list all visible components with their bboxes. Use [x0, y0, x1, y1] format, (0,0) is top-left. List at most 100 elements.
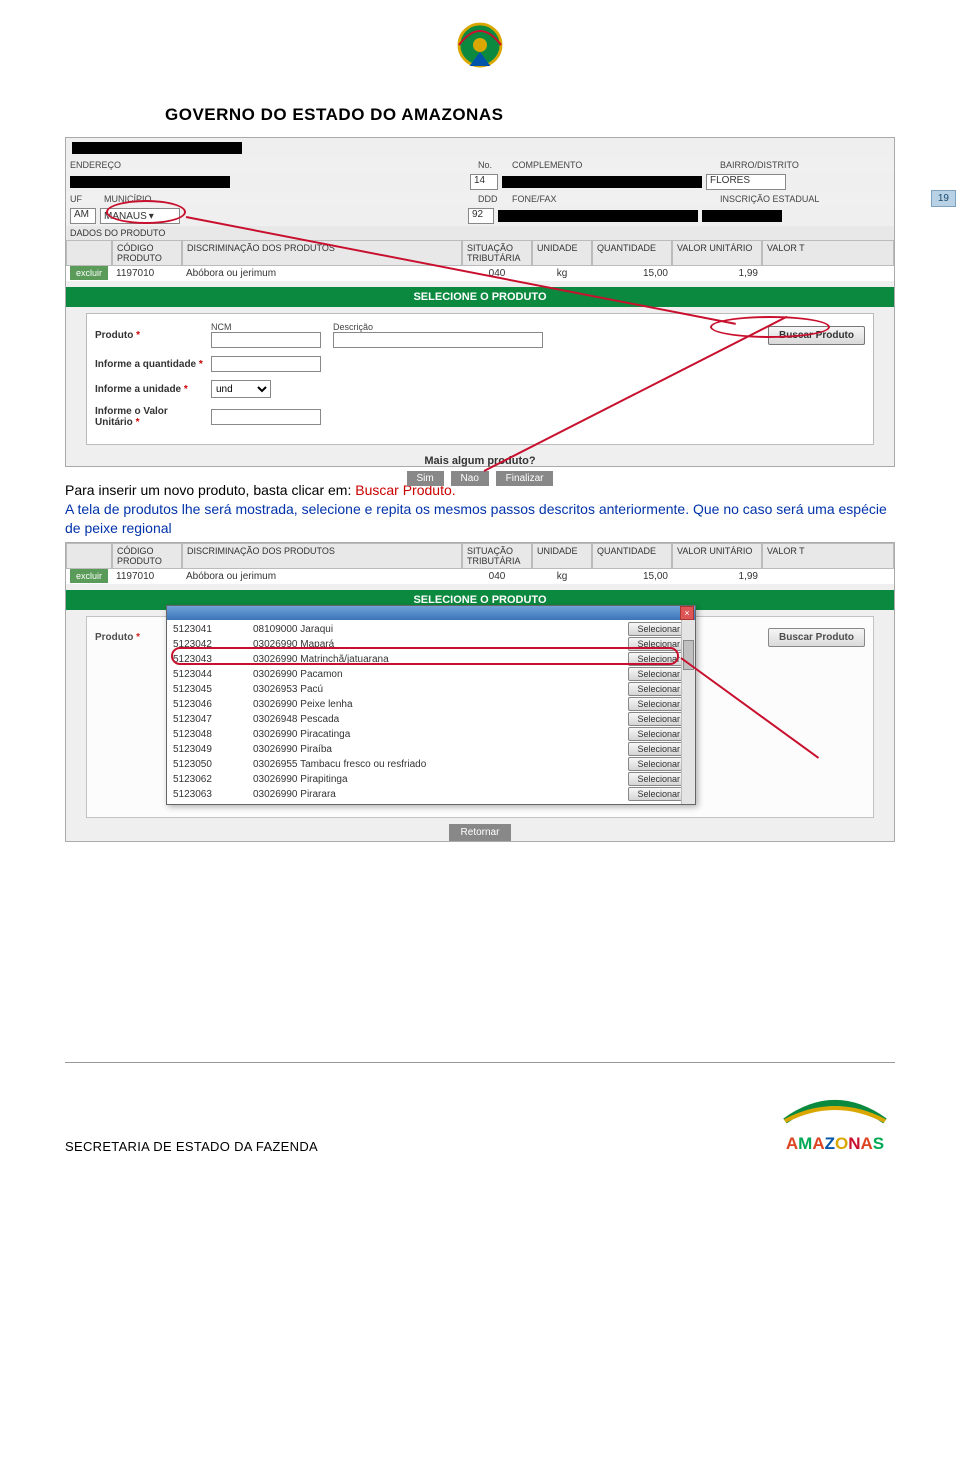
selecionar-button[interactable]: Selecionar — [628, 787, 689, 801]
th-sit: SITUAÇÃO TRIBUTÁRIA — [462, 240, 532, 266]
th-codigo: CÓDIGO PRODUTO — [112, 240, 182, 266]
td2-qtd: 15,00 — [592, 569, 672, 584]
popup-desc: 03026990 Peixe lenha — [253, 699, 628, 710]
selecionar-button[interactable]: Selecionar — [628, 652, 689, 666]
excluir-button-2[interactable]: excluir — [70, 569, 108, 583]
select-unid[interactable]: und — [211, 380, 271, 398]
product-table-header: CÓDIGO PRODUTO DISCRIMINAÇÃO DOS PRODUTO… — [66, 240, 894, 266]
selecionar-button[interactable]: Selecionar — [628, 697, 689, 711]
lbl-unid: Informe a unidade — [95, 384, 181, 395]
td-unid: kg — [532, 266, 592, 281]
input-qtd[interactable] — [211, 356, 321, 372]
input-ddd[interactable]: 92 — [468, 208, 494, 224]
th2-vt: VALOR T — [762, 543, 894, 569]
popup-code: 5123048 — [173, 729, 253, 740]
footer-logo: AMAZONAS — [775, 1093, 895, 1154]
buscar-produto-button-2[interactable]: Buscar Produto — [768, 628, 865, 647]
popup-row: 512304403026990 PacamonSelecionar — [169, 667, 693, 682]
input-no[interactable]: 14 — [470, 174, 498, 190]
popup-code: 5123044 — [173, 669, 253, 680]
selecionar-button[interactable]: Selecionar — [628, 712, 689, 726]
selecionar-button[interactable]: Selecionar — [628, 742, 689, 756]
label-no: No. — [478, 160, 508, 170]
product-table-row-2: excluir 1197010 Abóbora ou jerimum 040 k… — [66, 569, 894, 584]
popup-titlebar: × — [167, 606, 695, 620]
popup-row: 512304303026990 Matrinchã/jatuaranaSelec… — [169, 652, 693, 667]
popup-row: 512305003026955 Tambacu fresco ou resfri… — [169, 757, 693, 772]
popup-desc: 03026948 Pescada — [253, 714, 628, 725]
label-fone: FONE/FAX — [512, 194, 622, 204]
selecionar-button[interactable]: Selecionar — [628, 682, 689, 696]
popup-code: 5123043 — [173, 654, 253, 665]
lbl-qtd: Informe a quantidade — [95, 359, 196, 370]
popup-row: 512304203026990 MaparáSelecionar — [169, 637, 693, 652]
label-endereco: ENDEREÇO — [70, 160, 140, 170]
td-discr: Abóbora ou jerimum — [182, 266, 462, 281]
td2-sit: 040 — [462, 569, 532, 584]
popup-desc: 03026990 Pirarara — [253, 789, 628, 800]
label-uf: UF — [70, 194, 100, 204]
footer-text: SECRETARIA DE ESTADO DA FAZENDA — [65, 1139, 318, 1154]
popup-desc: 03026990 Piraíba — [253, 744, 628, 755]
td-sit: 040 — [462, 266, 532, 281]
screenshot-1: ENDEREÇO No. COMPLEMENTO BAIRRO/DISTRITO… — [65, 137, 895, 467]
state-crest — [65, 10, 895, 85]
selecionar-button[interactable]: Selecionar — [628, 772, 689, 786]
popup-body: 512304108109000 JaraquiSelecionar5123042… — [167, 620, 695, 804]
product-table-header-2: CÓDIGO PRODUTO DISCRIMINAÇÃO DOS PRODUTO… — [66, 543, 894, 569]
input-municipio[interactable]: MANAUS▾ — [100, 208, 180, 224]
excluir-button[interactable]: excluir — [70, 266, 108, 280]
buscar-produto-button[interactable]: Buscar Produto — [768, 326, 865, 345]
popup-code: 5123046 — [173, 699, 253, 710]
label-complemento: COMPLEMENTO — [512, 160, 622, 170]
popup-desc: 03026990 Pacamon — [253, 669, 628, 680]
nao-button[interactable]: Nao — [451, 471, 489, 486]
lbl-desc: Descrição — [333, 322, 543, 332]
input-valor[interactable] — [211, 409, 321, 425]
selecionar-button[interactable]: Selecionar — [628, 727, 689, 741]
lbl-ncm: NCM — [211, 322, 321, 332]
popup-code: 5123049 — [173, 744, 253, 755]
selecionar-button[interactable]: Selecionar — [628, 637, 689, 651]
select-product-band: SELECIONE O PRODUTO — [66, 287, 894, 307]
finalizar-button[interactable]: Finalizar — [496, 471, 554, 486]
th2-codigo: CÓDIGO PRODUTO — [112, 543, 182, 569]
popup-row: 512304803026990 PiracatingaSelecionar — [169, 727, 693, 742]
th-vu: VALOR UNITÁRIO — [672, 240, 762, 266]
lbl-valor: Informe o Valor Unitário — [95, 406, 168, 428]
popup-row: 512304503026953 PacúSelecionar — [169, 682, 693, 697]
instr-part-2: A tela de produtos lhe será mostrada, se… — [65, 501, 887, 536]
input-uf[interactable]: AM — [70, 208, 96, 224]
lbl-produto: Produto — [95, 330, 133, 341]
popup-row: 512304108109000 JaraquiSelecionar — [169, 622, 693, 637]
popup-desc: 08109000 Jaraqui — [253, 624, 628, 635]
popup-desc: 03026990 Piracatinga — [253, 729, 628, 740]
selecionar-button[interactable]: Selecionar — [628, 622, 689, 636]
mais-algum-produto: Mais algum produto? — [66, 451, 894, 471]
retornar-button[interactable]: Retornar — [449, 824, 512, 841]
product-table-row: excluir 1197010 Abóbora ou jerimum 040 k… — [66, 266, 894, 281]
product-popup: × 512304108109000 JaraquiSelecionar51230… — [166, 605, 696, 805]
popup-row: 512304703026948 PescadaSelecionar — [169, 712, 693, 727]
th-discr: DISCRIMINAÇÃO DOS PRODUTOS — [182, 240, 462, 266]
td-qtd: 15,00 — [592, 266, 672, 281]
th-unid: UNIDADE — [532, 240, 592, 266]
popup-scrollbar[interactable] — [681, 620, 695, 804]
popup-code: 5123050 — [173, 759, 253, 770]
municipio-text: MANAUS — [104, 211, 147, 222]
popup-desc: 03026955 Tambacu fresco ou resfriado — [253, 759, 628, 770]
input-desc[interactable] — [333, 332, 543, 348]
sim-button[interactable]: Sim — [407, 471, 444, 486]
th2-qtd: QUANTIDADE — [592, 543, 672, 569]
label-bairro: BAIRRO/DISTRITO — [720, 160, 799, 170]
popup-close-icon[interactable]: × — [680, 606, 694, 620]
selecionar-button[interactable]: Selecionar — [628, 667, 689, 681]
input-ncm[interactable] — [211, 332, 321, 348]
popup-row: 512304603026990 Peixe lenhaSelecionar — [169, 697, 693, 712]
selecionar-button[interactable]: Selecionar — [628, 757, 689, 771]
input-bairro[interactable]: FLORES — [706, 174, 786, 190]
th2-vu: VALOR UNITÁRIO — [672, 543, 762, 569]
td-vu: 1,99 — [672, 266, 762, 281]
popup-desc: 03026990 Pirapitinga — [253, 774, 628, 785]
popup-code: 5123042 — [173, 639, 253, 650]
